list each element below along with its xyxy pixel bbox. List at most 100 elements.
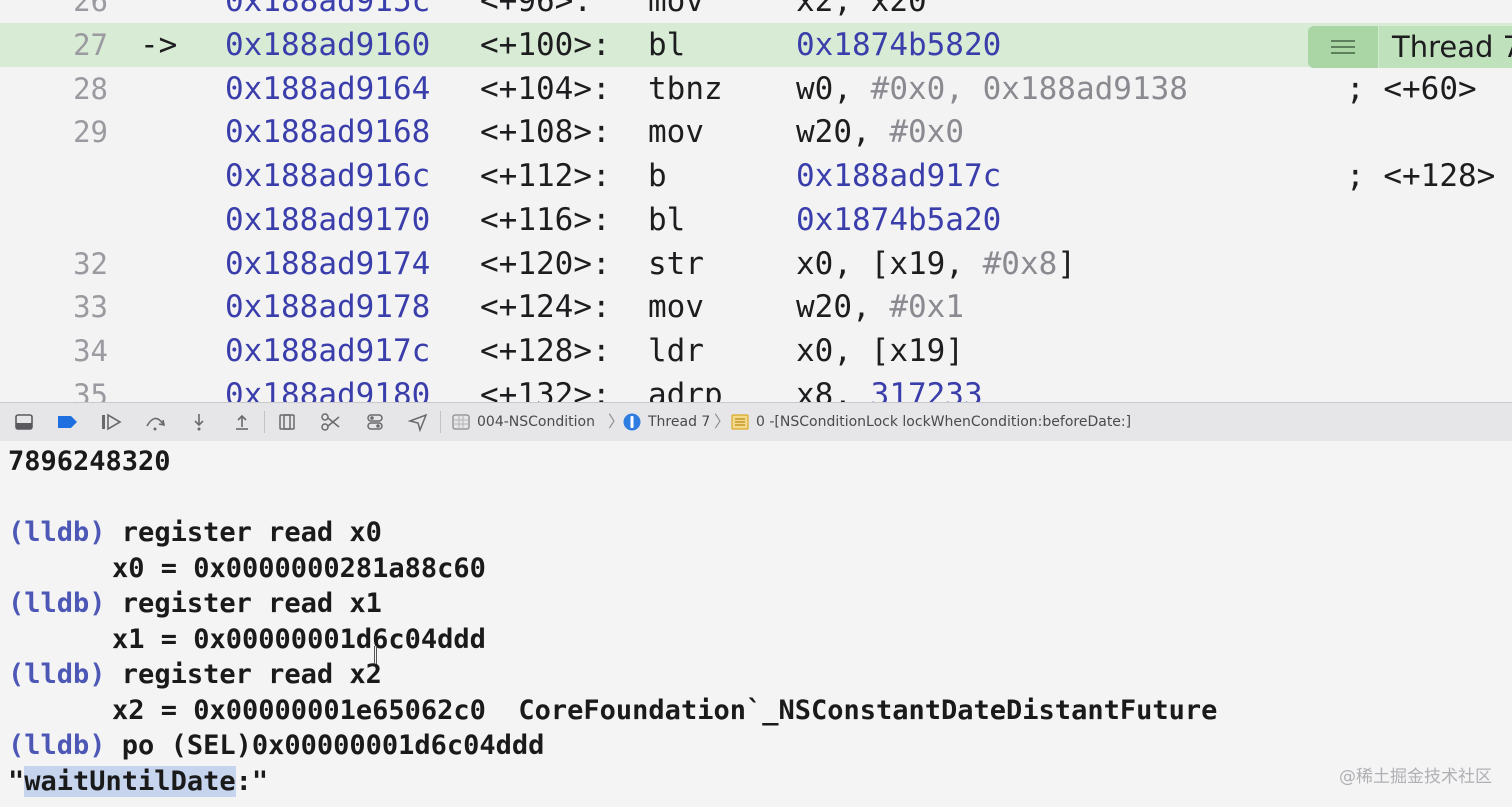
operand-token: x0, [x19] — [796, 333, 964, 369]
console-command-text: register read x2 — [105, 659, 382, 690]
disassembly-view[interactable]: 26 0x188ad915c <+96>: mov x2, x20 27 -> 0x188ad… — [0, 0, 1512, 402]
instruction-address: 0x188ad9168 — [225, 114, 431, 151]
instruction-row[interactable]: 32 0x188ad9174 <+120>: str x0, [x19, #0x8] — [0, 242, 1512, 286]
instruction-mnemonic: bl — [648, 201, 686, 238]
thread-icon — [621, 412, 643, 432]
console-output-line: "waitUntilDate:" — [8, 764, 268, 800]
view-hierarchy-icon[interactable] — [276, 412, 298, 432]
instruction-address: 0x188ad9164 — [225, 70, 431, 107]
console-output-line: 7896248320 — [8, 446, 171, 477]
line-number[interactable]: 34 — [30, 329, 108, 373]
instruction-row[interactable]: 33 0x188ad9178 <+124>: mov w20, #0x1 — [0, 285, 1512, 329]
instruction-operands: w20, #0x1 — [796, 285, 964, 329]
instruction-offset: <+120>: — [480, 245, 611, 282]
line-number[interactable]: 28 — [30, 67, 108, 111]
lldb-console[interactable]: 7896248320 (lldb) register read x0 x0 = 0x… — [0, 441, 1512, 807]
hamburger-menu-icon[interactable] — [1308, 26, 1379, 68]
console-output-text: " — [8, 765, 25, 797]
line-number[interactable]: 26 — [30, 0, 108, 23]
console-command-line: (lldb) register read x0 — [8, 515, 382, 551]
environment-overrides-icon[interactable] — [364, 412, 386, 432]
instruction-row[interactable]: 0x188ad9170 <+116>: bl 0x1874b5a20 — [0, 198, 1512, 242]
thread-badge-label: Thread 7 — [1392, 30, 1512, 64]
instruction-operands: x0, [x19] — [796, 329, 964, 373]
instruction-offset: <+112>: — [480, 158, 611, 194]
instruction-operands: x0, [x19, #0x8] — [796, 242, 1076, 286]
operand-token: 317233 — [870, 376, 983, 402]
operand-token: #0x0, 0x188ad9138 — [870, 70, 1188, 107]
operand-token: x0, [x19, — [796, 245, 983, 282]
operand-token: w0, — [796, 70, 871, 107]
console-command-line: (lldb) register read x1 — [8, 586, 382, 622]
instruction-row[interactable]: 28 0x188ad9164 <+104>: tbnz w0, #0x0, 0x188a… — [0, 67, 1512, 111]
instruction-operands: 0x1874b5820 — [796, 23, 1001, 67]
instruction-address: 0x188ad915c — [225, 0, 431, 19]
instruction-comment: ; <+128> — [1346, 158, 1496, 194]
instruction-row[interactable]: 34 0x188ad917c <+128>: ldr x0, [x19] — [0, 329, 1512, 373]
instruction-address: 0x188ad9180 — [225, 376, 431, 402]
instruction-offset: <+124>: — [480, 289, 611, 326]
hide-debug-area-icon[interactable] — [13, 412, 35, 432]
lldb-prompt: (lldb) — [8, 588, 106, 619]
instruction-mnemonic: tbnz — [648, 70, 723, 107]
breadcrumb-frame[interactable]: 0 -[NSConditionLock lockWhenCondition:be… — [756, 403, 1131, 441]
operand-token: #0x8 — [982, 245, 1058, 282]
continue-icon[interactable] — [100, 412, 122, 432]
console-output-line: x0 = 0x0000000281a88c60 — [112, 552, 486, 584]
line-number[interactable]: 27 — [30, 23, 108, 67]
breadcrumb-target[interactable]: 004-NSCondition — [477, 403, 595, 441]
console-command-text: po (SEL)0x00000001d6c04ddd — [105, 730, 545, 761]
instruction-operands: x8, 317233 — [796, 373, 983, 402]
instruction-address: 0x188ad9174 — [225, 245, 431, 282]
operand-token: w20, — [796, 289, 890, 326]
instruction-offset: <+108>: — [480, 114, 611, 151]
operand-token: x8, — [796, 376, 871, 402]
instruction-operands: w0, #0x0, 0x188ad9138 — [796, 67, 1188, 111]
instruction-operands: w20, #0x0 — [796, 110, 964, 154]
instruction-mnemonic: mov — [648, 114, 704, 151]
lldb-prompt: (lldb) — [8, 730, 106, 761]
console-command-line: (lldb) register read x2 — [8, 657, 382, 693]
step-into-icon[interactable] — [188, 412, 210, 432]
app-target-icon — [450, 412, 472, 432]
memory-graph-icon[interactable] — [320, 412, 342, 432]
line-number[interactable]: 29 — [30, 110, 108, 154]
step-out-icon[interactable] — [231, 412, 253, 432]
operand-token: 0x1874b5820 — [796, 26, 1002, 63]
instruction-row[interactable]: 35 0x188ad9180 <+132>: adrp x8, 317233 — [0, 373, 1512, 402]
console-command-line: (lldb) po (SEL)0x00000001d6c04ddd — [8, 728, 544, 764]
line-number[interactable]: 35 — [30, 373, 108, 402]
breakpoints-toggle-icon[interactable] — [56, 412, 78, 432]
instruction-row[interactable]: 26 0x188ad915c <+96>: mov x2, x20 — [0, 0, 1512, 23]
current-instruction-row[interactable]: 27 -> 0x188ad9160 <+100>: bl 0x1874b5820 — [0, 22, 1512, 67]
simulate-location-icon[interactable] — [407, 412, 429, 433]
instruction-mnemonic: adrp — [648, 376, 723, 402]
debug-bar: 004-NSCondition 〉 Thread 7 〉 0 -[NSCondi… — [0, 402, 1512, 442]
operand-token: x2, x20 — [796, 0, 927, 19]
line-number[interactable]: 33 — [30, 285, 108, 329]
instruction-row[interactable]: 0x188ad916c <+112>: b 0x188ad917c ; <+128> — [0, 154, 1512, 198]
instruction-address: 0x188ad917c — [225, 333, 431, 369]
operand-token: #0x0 — [889, 114, 964, 151]
operand-token: #0x1 — [889, 289, 964, 326]
instruction-mnemonic: ldr — [648, 333, 704, 369]
instruction-address: 0x188ad9170 — [225, 201, 431, 238]
line-number[interactable]: 32 — [30, 242, 108, 286]
console-command-text: register read x1 — [105, 588, 382, 619]
instruction-row[interactable]: 29 0x188ad9168 <+108>: mov w20, #0x0 — [0, 110, 1512, 154]
pc-arrow: -> — [140, 26, 178, 63]
thread-badge[interactable]: Thread 7 — [1308, 26, 1512, 68]
instruction-address: 0x188ad9160 — [225, 26, 431, 63]
instruction-operands: 0x188ad917c — [796, 154, 1001, 198]
lldb-prompt: (lldb) — [8, 517, 106, 548]
chevron-right-icon: 〉 — [714, 412, 731, 431]
instruction-mnemonic: mov — [648, 0, 704, 19]
step-over-icon[interactable] — [144, 412, 166, 432]
instruction-offset: <+132>: — [480, 376, 611, 402]
console-command-text: register read x0 — [105, 517, 382, 548]
breadcrumb-thread[interactable]: Thread 7 — [648, 403, 710, 441]
text-cursor-icon — [374, 646, 377, 664]
lldb-prompt: (lldb) — [8, 659, 106, 690]
console-output-line: x2 = 0x00000001e65062c0 CoreFoundation`_… — [112, 694, 1218, 726]
instruction-mnemonic: str — [648, 245, 704, 282]
